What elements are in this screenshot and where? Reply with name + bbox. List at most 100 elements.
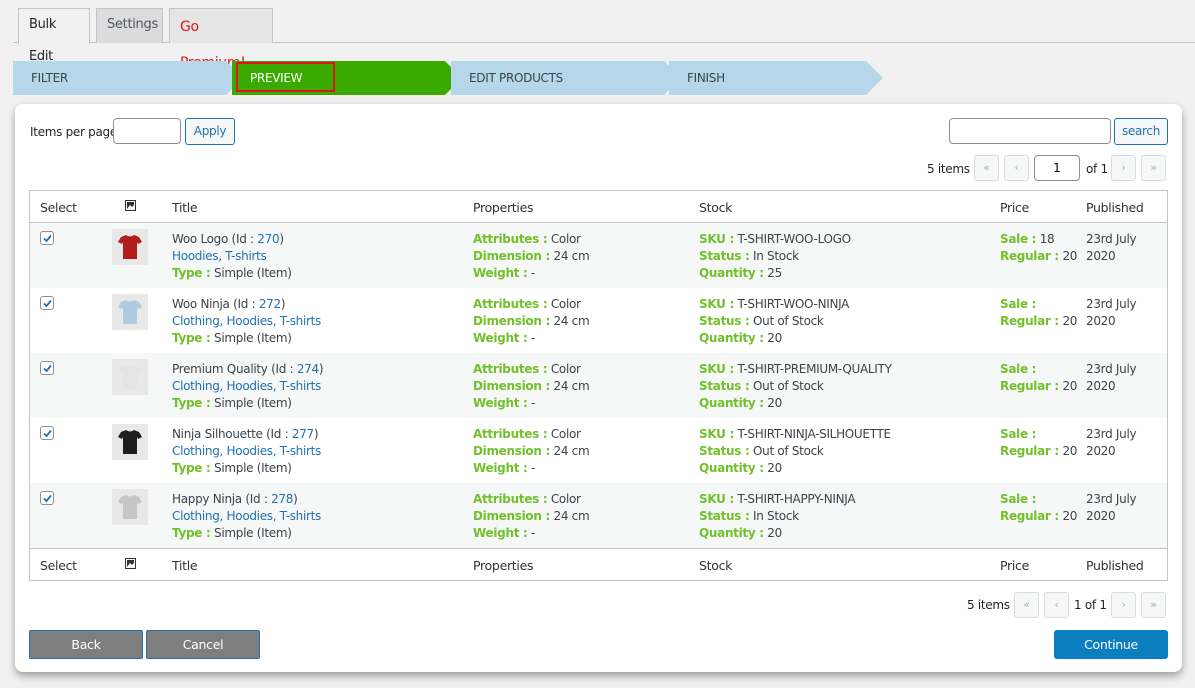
published-date: 23rd July (1086, 427, 1137, 441)
header-price[interactable]: Price (1000, 200, 1029, 215)
row-select-checkbox[interactable] (40, 296, 54, 310)
title-cell: Happy Ninja (Id : 278) Clothing, Hoodies,… (172, 492, 322, 540)
tab-bulk-edit[interactable]: Bulk Edit (18, 8, 90, 64)
sku-value: T-SHIRT-WOO-NINJA (737, 297, 850, 311)
type-label: Type : (172, 266, 211, 280)
apply-button[interactable]: Apply (185, 118, 235, 145)
published-year: 2020 (1086, 314, 1116, 328)
title-cell: Woo Ninja (Id : 272) Clothing, Hoodies, T… (172, 297, 322, 345)
preview-panel: Items per page: Apply search 5 items « ‹… (15, 104, 1182, 672)
cancel-button[interactable]: Cancel (146, 630, 260, 659)
row-select-checkbox[interactable] (40, 491, 54, 505)
type-label: Type : (172, 396, 211, 410)
next-page-button-bottom[interactable]: › (1111, 592, 1136, 618)
row-select-checkbox[interactable] (40, 426, 54, 440)
product-categories[interactable]: Clothing, Hoodies, T-shirts (172, 313, 321, 330)
prev-page-button[interactable]: ‹ (1004, 155, 1029, 181)
product-categories[interactable]: Clothing, Hoodies, T-shirts (172, 508, 321, 525)
header-published[interactable]: Published (1086, 200, 1144, 215)
dimension-label: Dimension : (473, 509, 550, 523)
published-cell: 23rd July 2020 (1086, 426, 1137, 460)
step-filter[interactable]: FILTER (13, 61, 243, 95)
properties-cell: Attributes : Color Dimension : 24 cm Weigh… (473, 231, 590, 282)
regular-label: Regular : (1000, 314, 1059, 328)
checkmark-icon (43, 364, 52, 373)
sku-label: SKU : (699, 427, 734, 441)
step-edit-products[interactable]: EDIT PRODUCTS (451, 61, 681, 95)
published-cell: 23rd July 2020 (1086, 491, 1137, 525)
status-value: Out of Stock (753, 314, 824, 328)
product-thumbnail[interactable] (112, 424, 148, 460)
header-select[interactable]: Select (40, 200, 77, 215)
weight-label: Weight : (473, 331, 528, 345)
step-preview[interactable]: PREVIEW (232, 61, 462, 95)
sku-label: SKU : (699, 232, 734, 246)
stock-cell: SKU : T-SHIRT-WOO-NINJA Status : Out of S… (699, 296, 849, 347)
first-page-button[interactable]: « (974, 155, 999, 181)
items-per-page-input[interactable] (113, 118, 181, 144)
attributes-value: Color (550, 492, 581, 506)
tab-settings[interactable]: Settings (96, 8, 163, 43)
tab-go-premium[interactable]: Go Premium! (169, 8, 273, 71)
quantity-value: 20 (767, 396, 782, 410)
product-name[interactable]: Premium Quality (172, 362, 268, 376)
quantity-value: 20 (767, 526, 782, 540)
weight-value: - (531, 396, 536, 410)
regular-value: 20 (1062, 509, 1078, 523)
weight-label: Weight : (473, 526, 528, 540)
last-page-button[interactable]: » (1141, 155, 1166, 181)
product-name[interactable]: Ninja Silhouette (172, 427, 263, 441)
product-id[interactable]: 277 (292, 427, 314, 441)
id-label: Id : (270, 427, 289, 441)
continue-button[interactable]: Continue (1054, 630, 1168, 659)
properties-cell: Attributes : Color Dimension : 24 cm Weigh… (473, 426, 590, 477)
prev-page-button-bottom[interactable]: ‹ (1044, 592, 1069, 618)
product-categories[interactable]: Hoodies, T-shirts (172, 248, 292, 265)
row-select-checkbox[interactable] (40, 361, 54, 375)
product-thumbnail[interactable] (112, 359, 148, 395)
weight-label: Weight : (473, 266, 528, 280)
footer-published[interactable]: Published (1086, 558, 1144, 573)
attributes-label: Attributes : (473, 297, 548, 311)
row-select-checkbox[interactable] (40, 231, 54, 245)
footer-price[interactable]: Price (1000, 558, 1029, 573)
items-count: 5 items (927, 162, 970, 176)
product-thumbnail[interactable] (112, 294, 148, 330)
attributes-value: Color (550, 297, 581, 311)
published-date: 23rd July (1086, 492, 1137, 506)
footer-title[interactable]: Title (172, 558, 198, 573)
weight-label: Weight : (473, 461, 528, 475)
step-finish[interactable]: FINISH (669, 61, 899, 95)
quantity-label: Quantity : (699, 461, 764, 475)
published-year: 2020 (1086, 444, 1116, 458)
product-categories[interactable]: Clothing, Hoodies, T-shirts (172, 443, 321, 460)
next-page-button[interactable]: › (1111, 155, 1136, 181)
search-input[interactable] (949, 118, 1111, 144)
back-button[interactable]: Back (29, 630, 143, 659)
header-title[interactable]: Title (172, 200, 198, 215)
product-id[interactable]: 278 (271, 492, 293, 506)
published-year: 2020 (1086, 379, 1116, 393)
product-id[interactable]: 272 (259, 297, 281, 311)
product-name[interactable]: Happy Ninja (172, 492, 242, 506)
stock-cell: SKU : T-SHIRT-PREMIUM-QUALITY Status : Ou… (699, 361, 892, 412)
current-page-input[interactable] (1034, 155, 1080, 181)
first-page-button-bottom[interactable]: « (1014, 592, 1039, 618)
header-stock: Stock (699, 200, 733, 215)
header-properties: Properties (473, 200, 534, 215)
regular-label: Regular : (1000, 379, 1059, 393)
product-name[interactable]: Woo Ninja (172, 297, 230, 311)
product-categories[interactable]: Clothing, Hoodies, T-shirts (172, 378, 323, 395)
footer-select[interactable]: Select (40, 558, 77, 573)
product-name[interactable]: Woo Logo (172, 232, 228, 246)
step-edit-products-label: EDIT PRODUCTS (469, 71, 563, 85)
last-page-button-bottom[interactable]: » (1141, 592, 1166, 618)
attributes-label: Attributes : (473, 427, 548, 441)
product-id[interactable]: 274 (297, 362, 319, 376)
product-thumbnail[interactable] (112, 229, 148, 265)
checkmark-icon (43, 494, 52, 503)
product-thumbnail[interactable] (112, 489, 148, 525)
search-button[interactable]: search (1114, 118, 1168, 145)
status-label: Status : (699, 249, 750, 263)
product-id[interactable]: 270 (257, 232, 279, 246)
